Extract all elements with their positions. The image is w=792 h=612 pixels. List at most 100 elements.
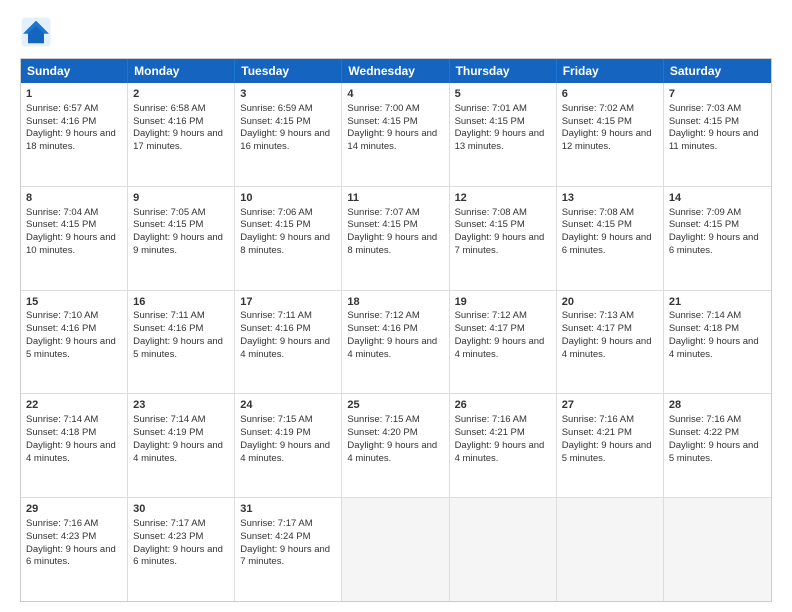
calendar-cell: 31Sunrise: 7:17 AMSunset: 4:24 PMDayligh…: [235, 498, 342, 601]
calendar-cell: 19Sunrise: 7:12 AMSunset: 4:17 PMDayligh…: [450, 291, 557, 394]
calendar-cell: 4Sunrise: 7:00 AMSunset: 4:15 PMDaylight…: [342, 83, 449, 186]
sunset: Sunset: 4:16 PM: [240, 323, 310, 334]
day-number: 22: [26, 398, 122, 413]
day-of-week-header: Tuesday: [235, 59, 342, 83]
daylight: Daylight: 9 hours and 4 minutes.: [347, 440, 437, 464]
daylight: Daylight: 9 hours and 4 minutes.: [26, 440, 116, 464]
day-number: 13: [562, 191, 658, 206]
calendar-cell: 2Sunrise: 6:58 AMSunset: 4:16 PMDaylight…: [128, 83, 235, 186]
day-number: 16: [133, 295, 229, 310]
day-number: 27: [562, 398, 658, 413]
day-number: 21: [669, 295, 766, 310]
daylight: Daylight: 9 hours and 4 minutes.: [455, 440, 545, 464]
sunrise: Sunrise: 7:11 AM: [240, 310, 312, 321]
sunset: Sunset: 4:15 PM: [669, 219, 739, 230]
day-number: 8: [26, 191, 122, 206]
day-number: 26: [455, 398, 551, 413]
day-of-week-header: Sunday: [21, 59, 128, 83]
sunset: Sunset: 4:15 PM: [455, 219, 525, 230]
calendar-cell: 23Sunrise: 7:14 AMSunset: 4:19 PMDayligh…: [128, 394, 235, 497]
day-number: 24: [240, 398, 336, 413]
page: SundayMondayTuesdayWednesdayThursdayFrid…: [0, 0, 792, 612]
daylight: Daylight: 9 hours and 5 minutes.: [562, 440, 652, 464]
daylight: Daylight: 9 hours and 9 minutes.: [133, 232, 223, 256]
day-number: 2: [133, 87, 229, 102]
calendar-cell: 13Sunrise: 7:08 AMSunset: 4:15 PMDayligh…: [557, 187, 664, 290]
daylight: Daylight: 9 hours and 4 minutes.: [240, 336, 330, 360]
calendar-cell: 26Sunrise: 7:16 AMSunset: 4:21 PMDayligh…: [450, 394, 557, 497]
daylight: Daylight: 9 hours and 6 minutes.: [669, 232, 759, 256]
sunrise: Sunrise: 7:16 AM: [669, 414, 741, 425]
sunset: Sunset: 4:22 PM: [669, 427, 739, 438]
sunrise: Sunrise: 7:00 AM: [347, 103, 419, 114]
sunrise: Sunrise: 7:15 AM: [347, 414, 419, 425]
sunrise: Sunrise: 7:08 AM: [562, 207, 634, 218]
daylight: Daylight: 9 hours and 11 minutes.: [669, 128, 759, 152]
sunset: Sunset: 4:17 PM: [562, 323, 632, 334]
calendar-cell: 28Sunrise: 7:16 AMSunset: 4:22 PMDayligh…: [664, 394, 771, 497]
day-number: 23: [133, 398, 229, 413]
sunset: Sunset: 4:15 PM: [347, 219, 417, 230]
calendar-cell: 5Sunrise: 7:01 AMSunset: 4:15 PMDaylight…: [450, 83, 557, 186]
sunset: Sunset: 4:23 PM: [133, 531, 203, 542]
sunrise: Sunrise: 7:17 AM: [133, 518, 205, 529]
calendar-cell: 17Sunrise: 7:11 AM Sunset: 4:16 PM Dayligh…: [235, 291, 342, 394]
sunrise: Sunrise: 7:12 AM: [347, 310, 419, 321]
sunset: Sunset: 4:16 PM: [26, 116, 96, 127]
daylight: Daylight: 9 hours and 4 minutes.: [347, 336, 437, 360]
calendar-cell: 27Sunrise: 7:16 AMSunset: 4:21 PMDayligh…: [557, 394, 664, 497]
sunset: Sunset: 4:24 PM: [240, 531, 310, 542]
day-number: 20: [562, 295, 658, 310]
calendar-cell: 21Sunrise: 7:14 AMSunset: 4:18 PMDayligh…: [664, 291, 771, 394]
sunrise: Sunrise: 6:57 AM: [26, 103, 98, 114]
sunset: Sunset: 4:16 PM: [26, 323, 96, 334]
calendar-week-row: 1Sunrise: 6:57 AMSunset: 4:16 PMDaylight…: [21, 83, 771, 186]
sunrise: Sunrise: 7:10 AM: [26, 310, 98, 321]
calendar-cell: 24Sunrise: 7:15 AMSunset: 4:19 PMDayligh…: [235, 394, 342, 497]
day-number: 18: [347, 295, 443, 310]
calendar-cell: 7Sunrise: 7:03 AMSunset: 4:15 PMDaylight…: [664, 83, 771, 186]
sunset: Sunset: 4:15 PM: [669, 116, 739, 127]
empty-cell: [342, 498, 449, 601]
day-number: 7: [669, 87, 766, 102]
day-of-week-header: Saturday: [664, 59, 771, 83]
daylight: Daylight: 9 hours and 6 minutes.: [133, 544, 223, 568]
day-number: 6: [562, 87, 658, 102]
sunrise: Sunrise: 7:08 AM: [455, 207, 527, 218]
daylight: Daylight: 9 hours and 14 minutes.: [347, 128, 437, 152]
sunrise: Sunrise: 7:12 AM: [455, 310, 527, 321]
calendar-cell: 16Sunrise: 7:11 AMSunset: 4:16 PMDayligh…: [128, 291, 235, 394]
sunrise: Sunrise: 7:14 AM: [669, 310, 741, 321]
sunset: Sunset: 4:15 PM: [26, 219, 96, 230]
day-number: 14: [669, 191, 766, 206]
day-number: 15: [26, 295, 122, 310]
empty-cell: [664, 498, 771, 601]
calendar-header: SundayMondayTuesdayWednesdayThursdayFrid…: [21, 59, 771, 83]
day-number: 3: [240, 87, 336, 102]
sunset: Sunset: 4:17 PM: [455, 323, 525, 334]
daylight: Daylight: 9 hours and 4 minutes.: [669, 336, 759, 360]
sunset: Sunset: 4:23 PM: [26, 531, 96, 542]
daylight: Daylight: 9 hours and 4 minutes.: [562, 336, 652, 360]
sunrise: Sunrise: 7:16 AM: [562, 414, 634, 425]
daylight: Daylight: 9 hours and 4 minutes.: [455, 336, 545, 360]
sunrise: Sunrise: 7:16 AM: [26, 518, 98, 529]
day-number: 17: [240, 295, 336, 310]
calendar-week-row: 22Sunrise: 7:14 AMSunset: 4:18 PMDayligh…: [21, 393, 771, 497]
calendar: SundayMondayTuesdayWednesdayThursdayFrid…: [20, 58, 772, 602]
day-number: 31: [240, 502, 336, 517]
calendar-cell: 14Sunrise: 7:09 AMSunset: 4:15 PMDayligh…: [664, 187, 771, 290]
daylight: Daylight: 9 hours and 5 minutes.: [133, 336, 223, 360]
sunset: Sunset: 4:15 PM: [133, 219, 203, 230]
day-number: 28: [669, 398, 766, 413]
calendar-week-row: 8Sunrise: 7:04 AMSunset: 4:15 PMDaylight…: [21, 186, 771, 290]
calendar-cell: 6Sunrise: 7:02 AMSunset: 4:15 PMDaylight…: [557, 83, 664, 186]
calendar-cell: 18Sunrise: 7:12 AMSunset: 4:16 PMDayligh…: [342, 291, 449, 394]
sunrise: Sunrise: 7:13 AM: [562, 310, 634, 321]
calendar-week-row: 15Sunrise: 7:10 AM Sunset: 4:16 PM Dayligh…: [21, 290, 771, 394]
sunset: Sunset: 4:15 PM: [240, 219, 310, 230]
sunset: Sunset: 4:19 PM: [240, 427, 310, 438]
daylight: Daylight: 9 hours and 4 minutes.: [240, 440, 330, 464]
calendar-week-row: 29Sunrise: 7:16 AMSunset: 4:23 PMDayligh…: [21, 497, 771, 601]
day-number: 30: [133, 502, 229, 517]
